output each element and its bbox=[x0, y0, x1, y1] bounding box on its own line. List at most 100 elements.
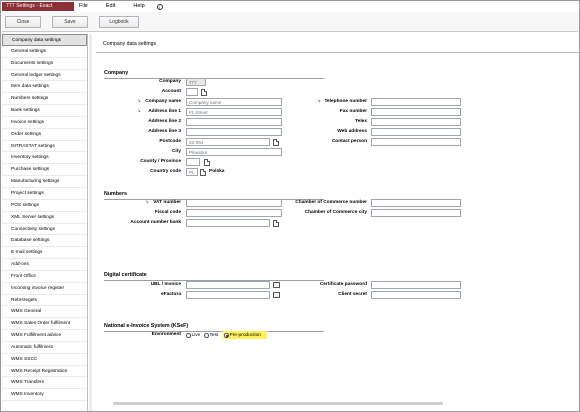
document-icon[interactable] bbox=[201, 89, 207, 96]
sidebar-item-general-settings[interactable]: General settings bbox=[2, 46, 87, 58]
certificate-password-field[interactable] bbox=[371, 281, 461, 289]
vat-number-label: VAT number bbox=[153, 200, 181, 205]
radio-live[interactable] bbox=[186, 333, 191, 338]
document-icon[interactable] bbox=[204, 158, 210, 166]
contact-person-label: Contact person bbox=[331, 139, 367, 144]
divider bbox=[96, 52, 579, 53]
sidebar-item-database-settings[interactable]: Database settings bbox=[2, 235, 87, 248]
sidebar-item-documents-settings[interactable]: Documents settings bbox=[2, 58, 87, 70]
sidebar-item-inventory-settings[interactable]: Inventory settings bbox=[2, 152, 87, 165]
sidebar-item-wms-receipt-registration[interactable]: WMS Receipt Registration bbox=[2, 366, 87, 378]
menu-edit[interactable]: Edit bbox=[106, 2, 115, 11]
sidebar-item-company-data-settings[interactable]: Company data settings bbox=[2, 34, 87, 46]
sidebar-scrollbar[interactable] bbox=[89, 34, 92, 411]
sidebar-item-connectivity-settings[interactable]: Connectivity settings bbox=[2, 224, 87, 236]
environment-label: Environment bbox=[151, 332, 181, 337]
folder-icon[interactable] bbox=[273, 292, 280, 298]
menu-help[interactable]: Help bbox=[133, 2, 144, 11]
coc-number-field[interactable] bbox=[371, 199, 461, 207]
address-line-2-field[interactable] bbox=[186, 118, 282, 126]
close-button[interactable]: Close bbox=[5, 16, 41, 28]
client-secret-field[interactable] bbox=[371, 291, 461, 299]
address-line-3-field[interactable] bbox=[186, 128, 282, 136]
sidebar-item-invoice-settings[interactable]: Invoice settings bbox=[2, 117, 87, 129]
account-field[interactable] bbox=[186, 88, 198, 96]
sidebar-item-wms-sscc[interactable]: WMS SSCC bbox=[2, 354, 87, 366]
horizontal-scrollbar[interactable] bbox=[113, 402, 443, 405]
radio-pre-production-label: Pre-production bbox=[229, 332, 261, 338]
window: 777 Settings - Exact File Edit Help i Cl… bbox=[0, 0, 580, 412]
sidebar-item-manufacturing-settings[interactable]: Manufacturing settings bbox=[2, 176, 87, 188]
sidebar-item-rebrsregels[interactable]: Rebrsregels bbox=[2, 295, 87, 307]
toolbar: Close Save Logbook bbox=[2, 12, 578, 32]
sidebar-item-wms-transfers[interactable]: WMS Transfers bbox=[2, 377, 87, 390]
document-icon[interactable] bbox=[273, 138, 279, 146]
fax-field[interactable] bbox=[371, 108, 461, 116]
telephone-label: Telephone number bbox=[324, 99, 367, 104]
sidebar-item-numbers-settings[interactable]: Numbers settings bbox=[2, 93, 87, 106]
telephone-field[interactable] bbox=[371, 98, 461, 106]
window-title: 777 Settings - Exact bbox=[2, 2, 74, 11]
county-field[interactable] bbox=[186, 158, 200, 166]
sidebar-item-wms-general[interactable]: WMS General bbox=[2, 306, 87, 319]
digital-certificate-heading: Digital certificate bbox=[104, 272, 147, 278]
document-icon[interactable] bbox=[200, 168, 206, 176]
sidebar-item-bank-settings[interactable]: Bank settings bbox=[2, 105, 87, 117]
sidebar-item-incoming-invoice-register[interactable]: Incoming invoice register bbox=[2, 283, 87, 295]
folder-icon[interactable] bbox=[273, 282, 280, 288]
vat-number-field[interactable] bbox=[186, 199, 282, 207]
sidebar-item-project-settings[interactable]: Project settings bbox=[2, 188, 87, 200]
contact-person-field[interactable] bbox=[371, 138, 461, 146]
sidebar-item-wms-fulfillment-advice[interactable]: WMS Fulfillment advice bbox=[2, 330, 87, 342]
sidebar-item-xml-server-settings[interactable]: XML Server settings bbox=[2, 212, 87, 224]
coc-number-label: Chamber of Commerce number bbox=[295, 200, 367, 205]
efactura-field[interactable] bbox=[186, 291, 270, 299]
sidebar-item-general-ledger-settings[interactable]: General ledger settings bbox=[2, 70, 87, 82]
ubl-invoice-field[interactable] bbox=[186, 281, 270, 289]
country-name: Polska bbox=[209, 169, 225, 174]
sidebar-item-pos-settings[interactable]: POS settings bbox=[2, 200, 87, 212]
sidebar-item-automatic-fulfilment[interactable]: Automatic fulfilment bbox=[2, 342, 87, 354]
save-button[interactable]: Save bbox=[52, 16, 88, 28]
menu-file[interactable]: File bbox=[79, 2, 88, 11]
ksef-heading: National e-Invoice System (KSeF) bbox=[104, 323, 189, 329]
sidebar-item-add-ons[interactable]: Add-ons bbox=[2, 259, 87, 271]
sidebar-item-wms-sales-order-fulfilment[interactable]: WMS Sales Order fulfilment bbox=[2, 318, 87, 331]
company-field[interactable]: 777 bbox=[186, 78, 206, 86]
radio-test[interactable] bbox=[204, 333, 209, 338]
fiscal-code-field[interactable] bbox=[186, 209, 282, 217]
radio-pre-production[interactable] bbox=[224, 333, 229, 338]
sidebar-item-order-settings[interactable]: Order settings bbox=[2, 129, 87, 141]
postcode-field[interactable]: 62-064 bbox=[186, 138, 270, 146]
radio-test-label: Test bbox=[209, 332, 219, 338]
sidebar-item-intrastat-settings[interactable]: INTRASTAT settings bbox=[2, 141, 87, 153]
document-icon[interactable] bbox=[273, 219, 279, 227]
web-address-label: Web address bbox=[337, 129, 367, 134]
coc-city-label: Chamber of Commerce city bbox=[304, 210, 367, 215]
settings-content: Company data settings Company Company 77… bbox=[93, 34, 579, 411]
city-field[interactable]: Plewiska bbox=[186, 148, 282, 156]
sidebar-item-purchase-settings[interactable]: Purchase settings bbox=[2, 164, 87, 177]
sidebar-item-wms-inventory[interactable]: WMS Inventory bbox=[2, 389, 87, 402]
postcode-label: Postcode bbox=[159, 139, 181, 144]
address-line-1-field[interactable]: #1 Street bbox=[186, 108, 282, 116]
fiscal-code-label: Fiscal code bbox=[154, 210, 181, 215]
account-number-bank-label: Account number bank bbox=[130, 220, 181, 225]
sidebar-item-front-office[interactable]: Front Office bbox=[2, 271, 87, 283]
sidebar-item-item-data-settings[interactable]: Item data settings bbox=[2, 81, 87, 94]
web-address-field[interactable] bbox=[371, 128, 461, 136]
ubl-invoice-label: UBL / Invoice bbox=[150, 282, 181, 287]
account-number-bank-field[interactable] bbox=[186, 219, 270, 227]
address-line-3-label: Address line 3 bbox=[148, 129, 181, 134]
company-name-field[interactable]: Company name bbox=[186, 98, 282, 106]
settings-sidebar: Company data settings General settings Doc… bbox=[2, 34, 88, 411]
coc-city-field[interactable] bbox=[371, 209, 461, 217]
country-code-field[interactable]: PL bbox=[186, 168, 198, 176]
company-heading: Company bbox=[104, 70, 129, 76]
numbers-heading: Numbers bbox=[104, 191, 127, 197]
info-icon[interactable]: i bbox=[156, 3, 163, 10]
telex-field[interactable] bbox=[371, 118, 461, 126]
logbook-button[interactable]: Logbook bbox=[99, 16, 139, 28]
city-label: City bbox=[171, 149, 181, 154]
sidebar-item-e-mail-settings[interactable]: E-mail settings bbox=[2, 247, 87, 260]
